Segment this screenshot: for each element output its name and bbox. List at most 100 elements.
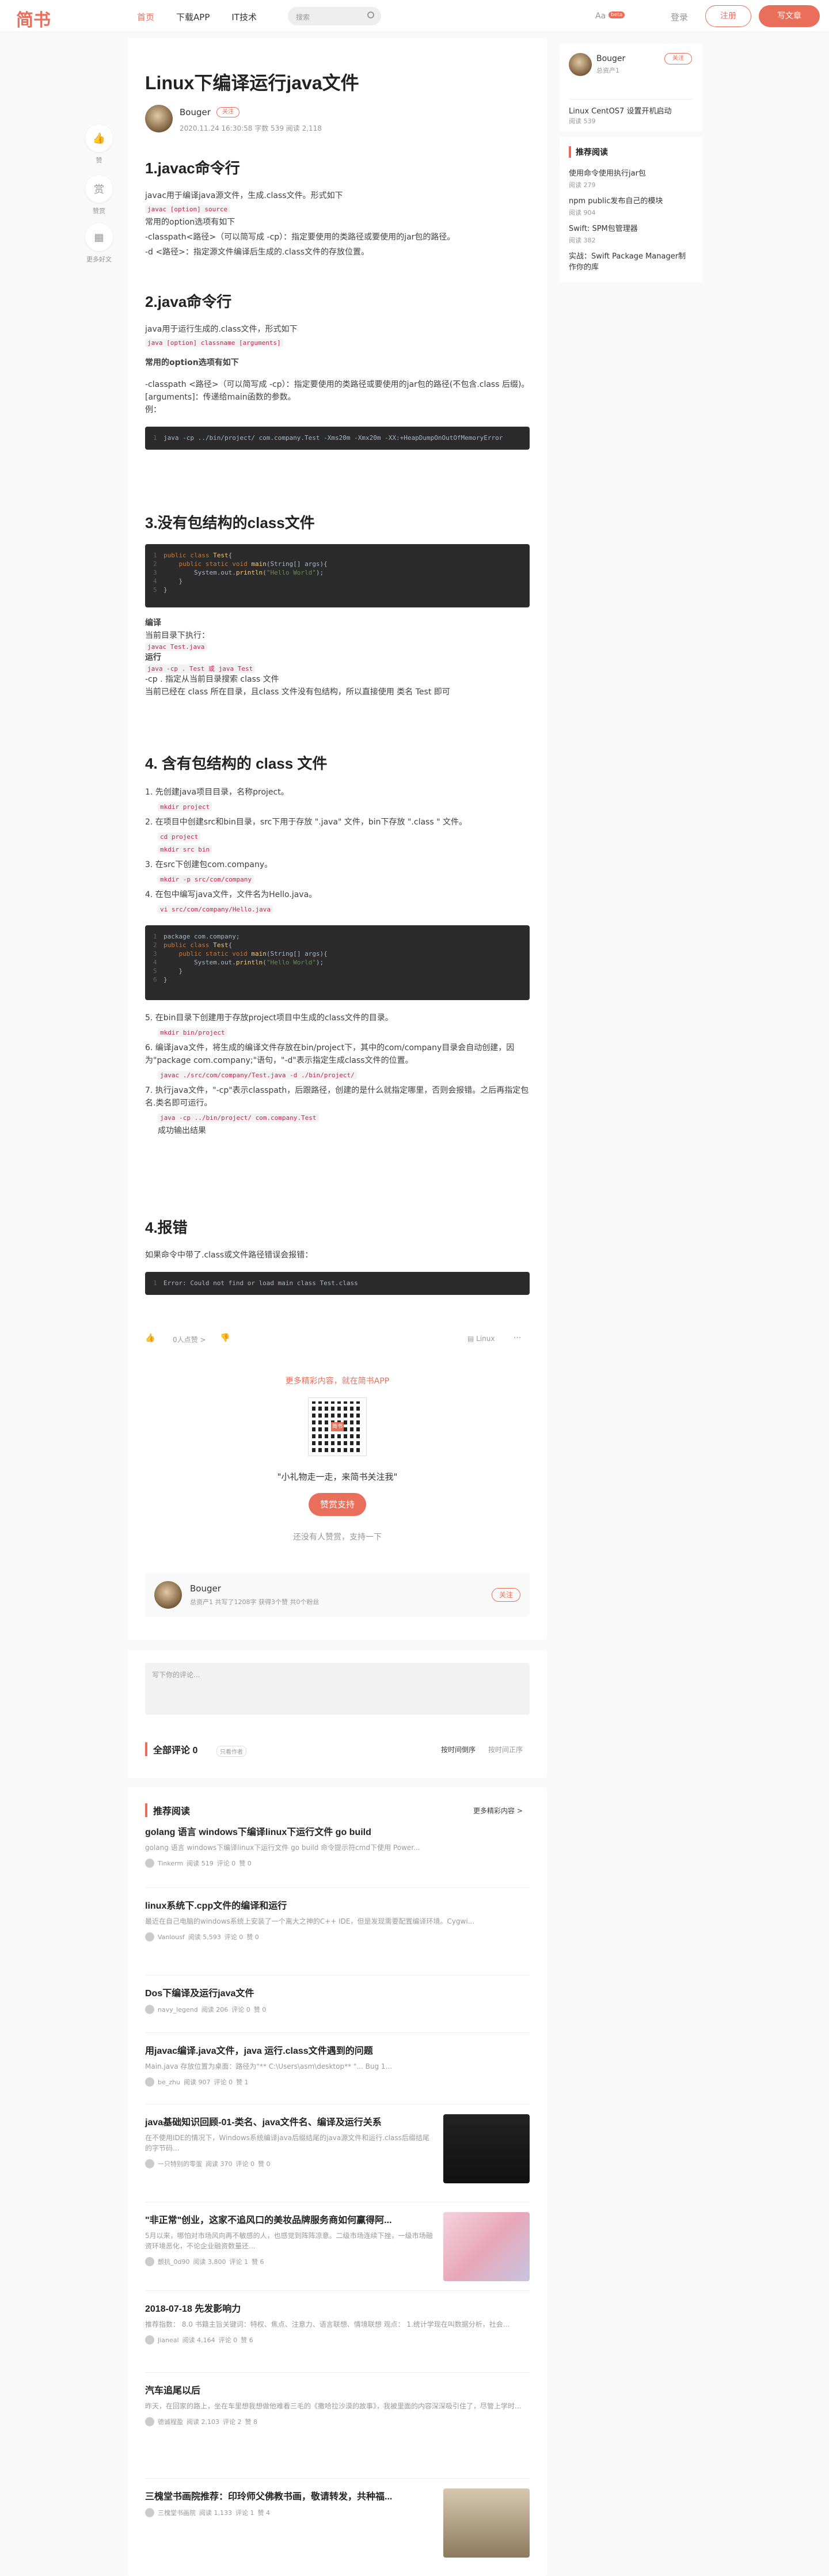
reward-button[interactable]: 赞赏支持	[309, 1493, 366, 1516]
recommend-thumbnail[interactable]	[443, 2212, 530, 2281]
recommend-item[interactable]: linux系统下.cpp文件的编译和运行 最近在自己电脑的windows系统上安装…	[145, 1898, 530, 1942]
recommend-item-stat: 赞 6	[251, 2258, 264, 2266]
user-avatar[interactable]	[145, 1932, 154, 1942]
recommend-item[interactable]: 2018-07-18 先发影响力 推荐指数： 8.0 书籍主旨关键词：特权、焦点、…	[145, 2301, 530, 2345]
recommend-item-title[interactable]: golang 语言 windows下编译linux下运行文件 go build	[145, 1824, 530, 1838]
follow-button[interactable]: 关注	[216, 107, 239, 117]
search-input[interactable]: 搜索	[288, 7, 381, 25]
recommend-item[interactable]: golang 语言 windows下编译linux下运行文件 go build g…	[145, 1824, 530, 1868]
code-line: Error: Could not find or load main class…	[163, 1279, 358, 1287]
recommend-thumbnail[interactable]	[443, 2114, 530, 2183]
user-avatar[interactable]	[145, 1859, 154, 1868]
recommend-item-author[interactable]: 三槐堂书画院	[158, 2508, 196, 2517]
more-icon[interactable]: ···	[514, 1333, 521, 1343]
user-avatar[interactable]	[145, 2159, 154, 2168]
recommend-item-title[interactable]: java基础知识回顾-01-类名、java文件名、编译及运行关系	[145, 2114, 433, 2128]
login-link[interactable]: 登录	[671, 11, 688, 23]
divider	[145, 2290, 530, 2291]
recommend-item-stat: 评论 0	[235, 2160, 255, 2168]
recommend-item-title[interactable]: linux系统下.cpp文件的编译和运行	[145, 1898, 530, 1912]
side-more[interactable]: ▦ 更多好文	[85, 223, 113, 264]
recommend-item[interactable]: "非正常"创业，这家不追风口的美妆品牌服务商如何赢得阿... 5月以来，哪怕对市场…	[145, 2212, 530, 2281]
recommend-item-meta: Jianeal 阅读 4,164 评论 0赞 6	[145, 2335, 530, 2345]
nav-it[interactable]: IT技术	[231, 11, 257, 23]
sort-desc[interactable]: 按时间倒序	[441, 1745, 476, 1754]
recommend-item[interactable]: Dos下编译及运行java文件 navy_legend 阅读 206 评论 0赞 0	[145, 1985, 530, 2014]
sidebar-recommend-item-title[interactable]: 使用命令使用执行jar包	[569, 167, 693, 178]
sidebar-recommend-item-title[interactable]: Swift: SPM包管理器	[569, 222, 693, 233]
collection-link[interactable]: ▤ Linux	[467, 1335, 495, 1343]
user-avatar[interactable]	[145, 2257, 154, 2266]
sidebar-recommend-item-reads: 阅读 382	[569, 237, 596, 244]
sidebar-author-avatar[interactable]	[569, 53, 592, 76]
only-author-toggle[interactable]: 只看作者	[216, 1746, 246, 1757]
recommend-item-author[interactable]: 德诚程盈	[158, 2417, 183, 2426]
recommend-item-author[interactable]: 一只特别的零蛋	[158, 2159, 202, 2168]
logo[interactable]: 简书	[16, 6, 51, 31]
sidebar-recommend-item[interactable]: npm public发布自己的模块 阅读 904	[569, 195, 693, 217]
recommend-item-author[interactable]: Tinkerm	[158, 1860, 183, 1867]
like-icon[interactable]: 👍	[145, 1333, 155, 1343]
recommend-item-title[interactable]: 汽车追尾以后	[145, 2383, 530, 2396]
sidebar-recommend-item-title[interactable]: npm public发布自己的模块	[569, 195, 693, 206]
dislike-icon[interactable]: 👎	[220, 1333, 230, 1343]
recommend-item-author[interactable]: Vanlousf	[158, 1933, 185, 1941]
author-card-follow[interactable]: 关注	[492, 1588, 520, 1602]
app-promo-text[interactable]: 更多精彩内容，就在简书APP	[128, 1375, 547, 1386]
code-block[interactable]: 1 java -cp ../bin/project/ com.company.Te…	[145, 427, 530, 450]
write-article-button[interactable]: 写文章	[759, 5, 820, 27]
inline-code: javac [option] source	[145, 205, 230, 214]
recommend-item-author[interactable]: 颤抗_0d90	[158, 2257, 189, 2266]
recommend-thumbnail[interactable]	[443, 2488, 530, 2558]
user-avatar[interactable]	[145, 2077, 154, 2087]
recommend-item-title[interactable]: 2018-07-18 先发影响力	[145, 2301, 530, 2315]
recommend-item-author[interactable]: Jianeal	[158, 2336, 179, 2344]
side-like[interactable]: 👍 赞	[85, 124, 113, 165]
beta-badge: beta	[609, 12, 625, 18]
recommend-item-stat: 评论 0	[231, 2006, 250, 2013]
comment-input[interactable]: 写下你的评论...	[145, 1663, 530, 1715]
recommend-item[interactable]: java基础知识回顾-01-类名、java文件名、编译及运行关系 在不使用IDE的…	[145, 2114, 530, 2183]
recommend-item[interactable]: 用javac编译.java文件，java 运行.class文件遇到的问题 Main…	[145, 2043, 530, 2087]
sidebar-recommend-item[interactable]: 实战：Swift Package Manager制作你的库	[569, 250, 693, 272]
register-button[interactable]: 注册	[705, 5, 751, 27]
recommend-item-author[interactable]: be_zhu	[158, 2079, 180, 2086]
user-avatar[interactable]	[145, 2508, 154, 2517]
code-block[interactable]: 1 public class Test{ 2 public static void…	[145, 544, 530, 607]
sidebar-recommend-item[interactable]: 使用命令使用执行jar包 阅读 279	[569, 167, 693, 189]
side-reward[interactable]: 赏赞赏	[85, 175, 113, 215]
sidebar-post-title[interactable]: Linux CentOS7 设置开机启动	[569, 105, 671, 116]
code-block[interactable]: 1 Error: Could not find or load main clas…	[145, 1272, 530, 1295]
nav-home[interactable]: 首页	[137, 11, 154, 23]
author-avatar[interactable]	[145, 105, 173, 132]
sidebar-recommend-item-title[interactable]: 实战：Swift Package Manager制作你的库	[569, 250, 693, 272]
recommend-item-title[interactable]: Dos下编译及运行java文件	[145, 1985, 530, 1999]
author-card-name[interactable]: Bouger	[190, 1583, 221, 1594]
nav-download-app[interactable]: 下载APP	[176, 11, 210, 23]
recommend-item-desc: golang 语言 windows下编译linux下运行文件 go build …	[145, 1844, 420, 1852]
sidebar-recommend-item[interactable]: Swift: SPM包管理器阅读 382	[569, 222, 693, 245]
article-header: Linux下编译运行java文件 Bouger 关注 2020.11.24 16…	[145, 70, 530, 139]
recommend-item-title[interactable]: 用javac编译.java文件，java 运行.class文件遇到的问题	[145, 2043, 530, 2057]
sidebar-follow-button[interactable]: 关注	[664, 53, 692, 64]
recommend-item-title[interactable]: "非正常"创业，这家不追风口的美妆品牌服务商如何赢得阿...	[145, 2212, 433, 2226]
recommend-item-desc: 5月以来，哪怕对市场风向再不敏感的人，也感觉到阵阵凉意。二级市场连续下挫，一级市…	[145, 2232, 433, 2250]
recommend-item-title[interactable]: 三槐堂书画院推荐：印玲师父佛教书画，敬请转发，共种福...	[145, 2488, 433, 2502]
steps-list: 1. 先创建java项目目录，名称project。 mkdir project 2.…	[145, 786, 530, 914]
sidebar-author-name[interactable]: Bouger	[596, 54, 625, 63]
code-block[interactable]: 1 package com.company; 2 public class Test…	[145, 925, 530, 1000]
author-name[interactable]: Bouger	[180, 107, 211, 117]
recommend-item[interactable]: 三槐堂书画院推荐：印玲师父佛教书画，敬请转发，共种福... 三槐堂书画院 阅读 1,…	[145, 2488, 530, 2558]
recommend-item-stat: 评论 0	[218, 2336, 238, 2344]
sort-asc[interactable]: 按时间正序	[488, 1745, 523, 1754]
recommend-item-author[interactable]: navy_legend	[158, 2006, 198, 2013]
recommend-more-link[interactable]: 更多精彩内容 >	[473, 1806, 523, 1815]
font-size-toggle[interactable]: Aa	[595, 12, 606, 21]
user-avatar[interactable]	[145, 2335, 154, 2345]
like-count[interactable]: 0人点赞 >	[173, 1335, 206, 1344]
step-code: vi src/com/company/Hello.java	[158, 905, 273, 914]
author-card-avatar[interactable]	[154, 1581, 182, 1609]
user-avatar[interactable]	[145, 2417, 154, 2426]
user-avatar[interactable]	[145, 2005, 154, 2014]
recommend-item[interactable]: 汽车追尾以后 昨天，在回家的路上，坐在车里想我想做他难看三毛的《撒哈拉沙漠的故事》…	[145, 2383, 530, 2426]
